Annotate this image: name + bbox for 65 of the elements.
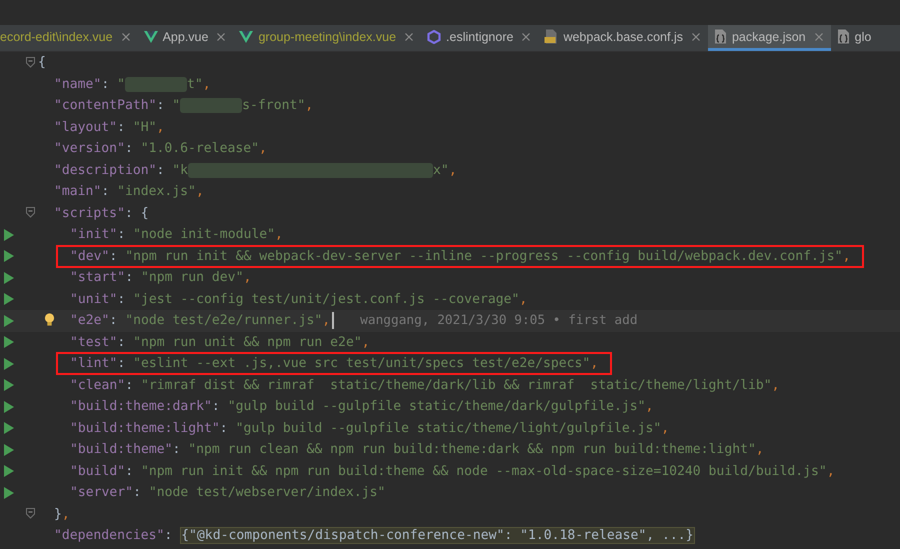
run-icon[interactable]	[4, 336, 14, 348]
close-icon[interactable]	[405, 32, 414, 40]
editor-tab[interactable]: ecord-edit\index.vue	[0, 25, 138, 51]
code-text: "server": "node test/webserver/index.js"	[70, 485, 386, 500]
code-text: "e2e": "node test/e2e/runner.js",	[70, 313, 330, 328]
run-icon[interactable]	[4, 444, 14, 456]
code-text: },	[54, 506, 70, 522]
vue-file-icon	[144, 30, 158, 42]
code-text: "dev": "npm run init && webpack-dev-server --inline --progress --config build/webpack.dev.conf.js",	[70, 248, 850, 264]
run-icon[interactable]	[4, 486, 14, 499]
fold-icon[interactable]	[26, 207, 35, 218]
editor-tab[interactable]: group-meeting\index.vue	[233, 25, 422, 51]
code-text: "unit": "jest --config test/unit/jest.conf.js --coverage",	[70, 292, 528, 307]
code-text: t",	[186, 76, 211, 92]
code-text: "test": "npm run unit && npm run e2e",	[70, 334, 370, 350]
code-text: "clean": "rimraf dist && rimraf static/theme/dark/lib && rimraf static/theme/light/lib",	[70, 378, 780, 393]
vue-file-icon	[239, 30, 254, 42]
editor-tab[interactable]: webpack.base.conf.js	[538, 25, 708, 51]
json-file-icon	[714, 29, 727, 44]
run-icon[interactable]	[4, 465, 14, 478]
code-text: {	[38, 55, 46, 70]
close-icon[interactable]	[122, 32, 130, 40]
run-icon[interactable]	[4, 400, 14, 413]
code-text: "main": "index.js",	[54, 184, 204, 200]
code-text: "scripts": {	[54, 206, 149, 221]
code-text: "dependencies": {"@kd-components/dispatch-conference-new": "1.0.18-release", ...}	[54, 528, 695, 544]
js-file-icon	[544, 29, 558, 44]
editor-tab[interactable]: App.vue	[138, 25, 234, 51]
code-text: s-front",	[242, 98, 314, 114]
code-text: "lint": "eslint --ext .js,.vue src test/unit/specs test/e2e/specs",	[70, 356, 598, 372]
run-icon[interactable]	[4, 228, 14, 241]
close-icon[interactable]	[522, 32, 530, 40]
code-text: "contentPath": "	[54, 98, 180, 114]
lightbulb-icon[interactable]	[44, 313, 55, 327]
blame-annotation: wanggang, 2021/3/30 9:05 • first add	[360, 313, 638, 328]
fold-icon[interactable]	[26, 508, 35, 520]
code-text: "name": "	[54, 76, 125, 92]
run-icon[interactable]	[4, 272, 14, 284]
code-text: "build:theme": "npm run clean && npm run build:theme:dark && npm run build:theme:light",	[70, 442, 764, 458]
code-text: x",	[433, 162, 457, 178]
code-text: "description": "k	[54, 162, 188, 178]
close-icon[interactable]	[814, 32, 823, 40]
hexagon-icon	[427, 30, 442, 44]
code-text: "start": "npm run dev",	[70, 270, 252, 286]
code-text: "build": "npm run init && npm run build:theme && node --max-old-space-size=10240 build/build.js",	[70, 464, 835, 479]
editor-tab[interactable]: glo	[830, 25, 880, 51]
run-icon[interactable]	[4, 358, 14, 370]
blurred-text	[124, 76, 187, 92]
code-text: "version": "1.0.6-release",	[54, 141, 267, 156]
code-text: "build:theme:dark": "gulp build --gulpfile static/theme/dark/gulpfile.js",	[70, 399, 654, 414]
editor-tab[interactable]: package.json	[708, 25, 831, 51]
blurred-text	[180, 98, 242, 114]
fold-icon[interactable]	[26, 56, 35, 68]
json-file-icon	[836, 29, 850, 44]
run-icon[interactable]	[4, 314, 14, 327]
code-text: "build:theme:light": "gulp build --gulpfile static/theme/light/gulpfile.js",	[70, 420, 670, 436]
code-text: "init": "node init-module",	[70, 227, 283, 242]
close-icon[interactable]	[692, 32, 700, 40]
code-text: "layout": "H",	[54, 120, 164, 135]
run-icon[interactable]	[4, 250, 14, 262]
run-icon[interactable]	[4, 422, 14, 434]
close-icon[interactable]	[217, 32, 226, 40]
run-icon[interactable]	[4, 293, 14, 306]
run-icon[interactable]	[4, 379, 14, 392]
editor-tab[interactable]: .eslintignore	[421, 25, 538, 51]
